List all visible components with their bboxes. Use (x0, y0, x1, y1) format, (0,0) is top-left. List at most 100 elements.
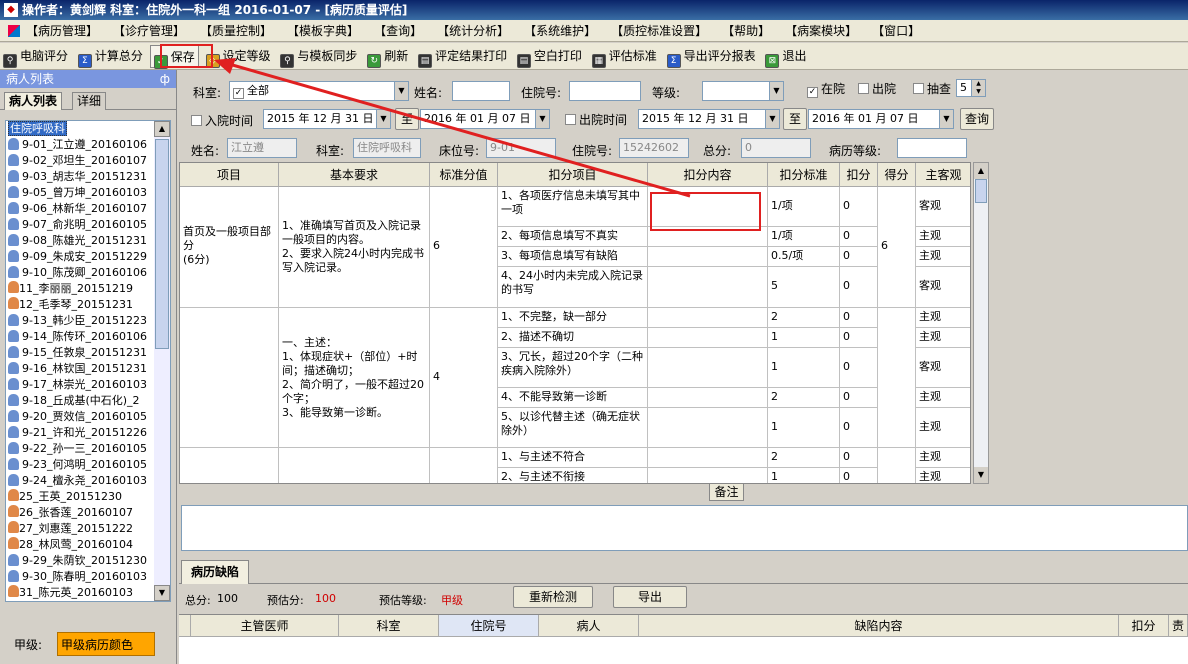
patient-list-scrollbar[interactable]: ▲ ▼ (154, 121, 170, 601)
list-item[interactable]: 9-16_林钦国_20151231 (6, 361, 170, 377)
grade-select[interactable]: ▼ (702, 81, 784, 101)
list-item[interactable]: 9-03_胡志华_20151231 (6, 169, 170, 185)
list-item[interactable]: 9-26_张香莲_20160107 (6, 505, 170, 521)
list-item[interactable]: 9-05_曾万坤_20160103 (6, 185, 170, 201)
discharged-checkbox[interactable]: 出院 (858, 80, 896, 97)
list-item[interactable]: 9-02_邓坦生_20160107 (6, 153, 170, 169)
deduction-content-cell[interactable] (648, 448, 768, 468)
name-input[interactable] (452, 81, 510, 101)
menu-quality-control[interactable]: 【质量控制】 (200, 20, 272, 41)
query-button[interactable]: 查询 (960, 108, 994, 130)
list-item[interactable]: 9-20_贾效信_20160105 (6, 409, 170, 425)
menu-app-icon[interactable] (8, 25, 20, 37)
eval-standard-button[interactable]: ▦ 评估标准 (589, 45, 660, 68)
set-grade-button[interactable]: ◇ 设定等级 (203, 45, 274, 68)
scroll-thumb[interactable] (155, 139, 169, 349)
list-item[interactable]: 9-01_江立遵_20160106 (6, 137, 170, 153)
deduction-cell[interactable]: 0 (840, 448, 878, 468)
list-item[interactable]: 9-24_檀永尧_20160103 (6, 473, 170, 489)
list-item-department[interactable]: 住院呼吸科 (6, 121, 170, 137)
tab-patient-list[interactable]: 病人列表 (4, 92, 63, 110)
scroll-down-icon[interactable]: ▼ (974, 467, 988, 483)
list-item[interactable]: 9-11_李丽丽_20151219 (6, 281, 170, 297)
list-item[interactable]: 9-22_孙一三_20160105 (6, 441, 170, 457)
deduction-content-cell[interactable] (648, 328, 768, 348)
list-item[interactable]: 9-12_毛季琴_20151231 (6, 297, 170, 313)
deduction-cell[interactable]: 0 (840, 227, 878, 247)
deduction-content-cell[interactable] (648, 408, 768, 448)
deduction-content-cell[interactable] (648, 267, 768, 308)
deduction-cell[interactable]: 0 (840, 328, 878, 348)
computer-score-button[interactable]: ⚲ 电脑评分 (0, 45, 71, 68)
sample-count-stepper[interactable]: 5 ▲ ▼ (956, 79, 986, 97)
stepper-icon[interactable]: ▲ ▼ (971, 80, 985, 96)
menu-window[interactable]: 【窗口】 (872, 20, 920, 41)
list-item[interactable]: 9-32_宋红举_20160103 (6, 601, 170, 602)
menu-query[interactable]: 【查询】 (374, 20, 422, 41)
admit-from-date[interactable]: 2015 年 12 月 31 日 ▼ (263, 109, 391, 129)
list-item[interactable]: 9-27_刘惠莲_20151222 (6, 521, 170, 537)
record-grade-field[interactable] (897, 138, 967, 158)
sample-checkbox[interactable]: 抽查 (913, 80, 951, 97)
deduction-content-cell[interactable] (648, 308, 768, 328)
discharge-to-date[interactable]: 2016 年 01 月 07 日 ▼ (808, 109, 954, 129)
deduction-cell[interactable]: 0 (840, 267, 878, 308)
refresh-button[interactable]: ↻ 刷新 (364, 45, 411, 68)
list-item[interactable]: 9-17_林崇光_20160103 (6, 377, 170, 393)
export-report-button[interactable]: Σ 导出评分报表 (664, 45, 759, 68)
admit-time-checkbox[interactable]: 入院时间 (191, 112, 253, 129)
tab-detail[interactable]: 详细 (72, 92, 107, 110)
menu-case-module[interactable]: 【病案模块】 (785, 20, 857, 41)
menu-help[interactable]: 【帮助】 (722, 20, 770, 41)
table-scrollbar[interactable]: ▲ ▼ (973, 162, 989, 484)
dept-select[interactable]: ✓ 全部 ▼ (229, 81, 409, 101)
list-item[interactable]: 9-18_丘成基(中石化)_2 (6, 393, 170, 409)
calc-total-button[interactable]: Σ 计算总分 (75, 45, 146, 68)
admit-to-date[interactable]: 2016 年 01 月 07 日 ▼ (420, 109, 550, 129)
print-blank-button[interactable]: ▤ 空白打印 (514, 45, 585, 68)
pin-icon[interactable]: ф (160, 70, 170, 88)
deduction-content-cell[interactable] (648, 348, 768, 388)
list-item[interactable]: 9-25_王英_20151230 (6, 489, 170, 505)
deduction-content-cell[interactable] (648, 468, 768, 483)
menu-qc-standard-settings[interactable]: 【质控标准设置】 (611, 20, 707, 41)
list-item[interactable]: 9-09_朱成安_20151229 (6, 249, 170, 265)
menu-template-dictionary[interactable]: 【模板字典】 (287, 20, 359, 41)
scroll-up-icon[interactable]: ▲ (974, 163, 988, 179)
deduction-cell[interactable]: 0 (840, 388, 878, 408)
list-item[interactable]: 9-07_俞兆明_20160105 (6, 217, 170, 233)
deduction-content-cell[interactable] (648, 247, 768, 267)
menu-system-maintenance[interactable]: 【系统维护】 (524, 20, 596, 41)
deduction-cell[interactable]: 0 (840, 308, 878, 328)
list-item[interactable]: 9-30_陈春明_20160103 (6, 569, 170, 585)
list-item[interactable]: 9-10_陈茂卿_20160106 (6, 265, 170, 281)
discharge-from-date[interactable]: 2015 年 12 月 31 日 ▼ (638, 109, 780, 129)
deduction-cell[interactable]: 0 (840, 468, 878, 483)
list-item[interactable]: 9-23_何鸿明_20160105 (6, 457, 170, 473)
list-item[interactable]: 9-13_韩少臣_20151223 (6, 313, 170, 329)
inpatient-input[interactable] (569, 81, 641, 101)
list-item[interactable]: 9-21_许和光_20151226 (6, 425, 170, 441)
menu-treatment[interactable]: 【诊疗管理】 (113, 20, 185, 41)
deduction-cell[interactable]: 0 (840, 247, 878, 267)
deduction-content-cell[interactable] (648, 388, 768, 408)
list-item[interactable]: 9-08_陈雄光_20151231 (6, 233, 170, 249)
list-item[interactable]: 9-06_林新华_20160107 (6, 201, 170, 217)
in-hospital-checkbox[interactable]: ✓ 在院 (807, 80, 845, 98)
export-button[interactable]: 导出 (613, 586, 687, 608)
list-item[interactable]: 9-31_陈元英_20160103 (6, 585, 170, 601)
scroll-down-icon[interactable]: ▼ (154, 585, 170, 601)
tab-record-defects[interactable]: 病历缺陷 (181, 560, 249, 584)
discharge-time-checkbox[interactable]: 出院时间 (565, 111, 627, 128)
exit-button[interactable]: ⊠ 退出 (762, 45, 809, 68)
notes-textarea[interactable] (181, 505, 1188, 551)
print-result-button[interactable]: ▤ 评定结果打印 (415, 45, 510, 68)
list-item[interactable]: 9-15_任敦泉_20151231 (6, 345, 170, 361)
deduction-cell[interactable]: 0 (840, 348, 878, 388)
list-item[interactable]: 9-29_朱荫钦_20151230 (6, 553, 170, 569)
deduction-cell[interactable]: 0 (840, 408, 878, 448)
list-item[interactable]: 9-14_陈传环_20160106 (6, 329, 170, 345)
sync-template-button[interactable]: ⚲ 与模板同步 (277, 45, 360, 68)
scroll-up-icon[interactable]: ▲ (154, 121, 170, 137)
recheck-button[interactable]: 重新检测 (513, 586, 593, 608)
